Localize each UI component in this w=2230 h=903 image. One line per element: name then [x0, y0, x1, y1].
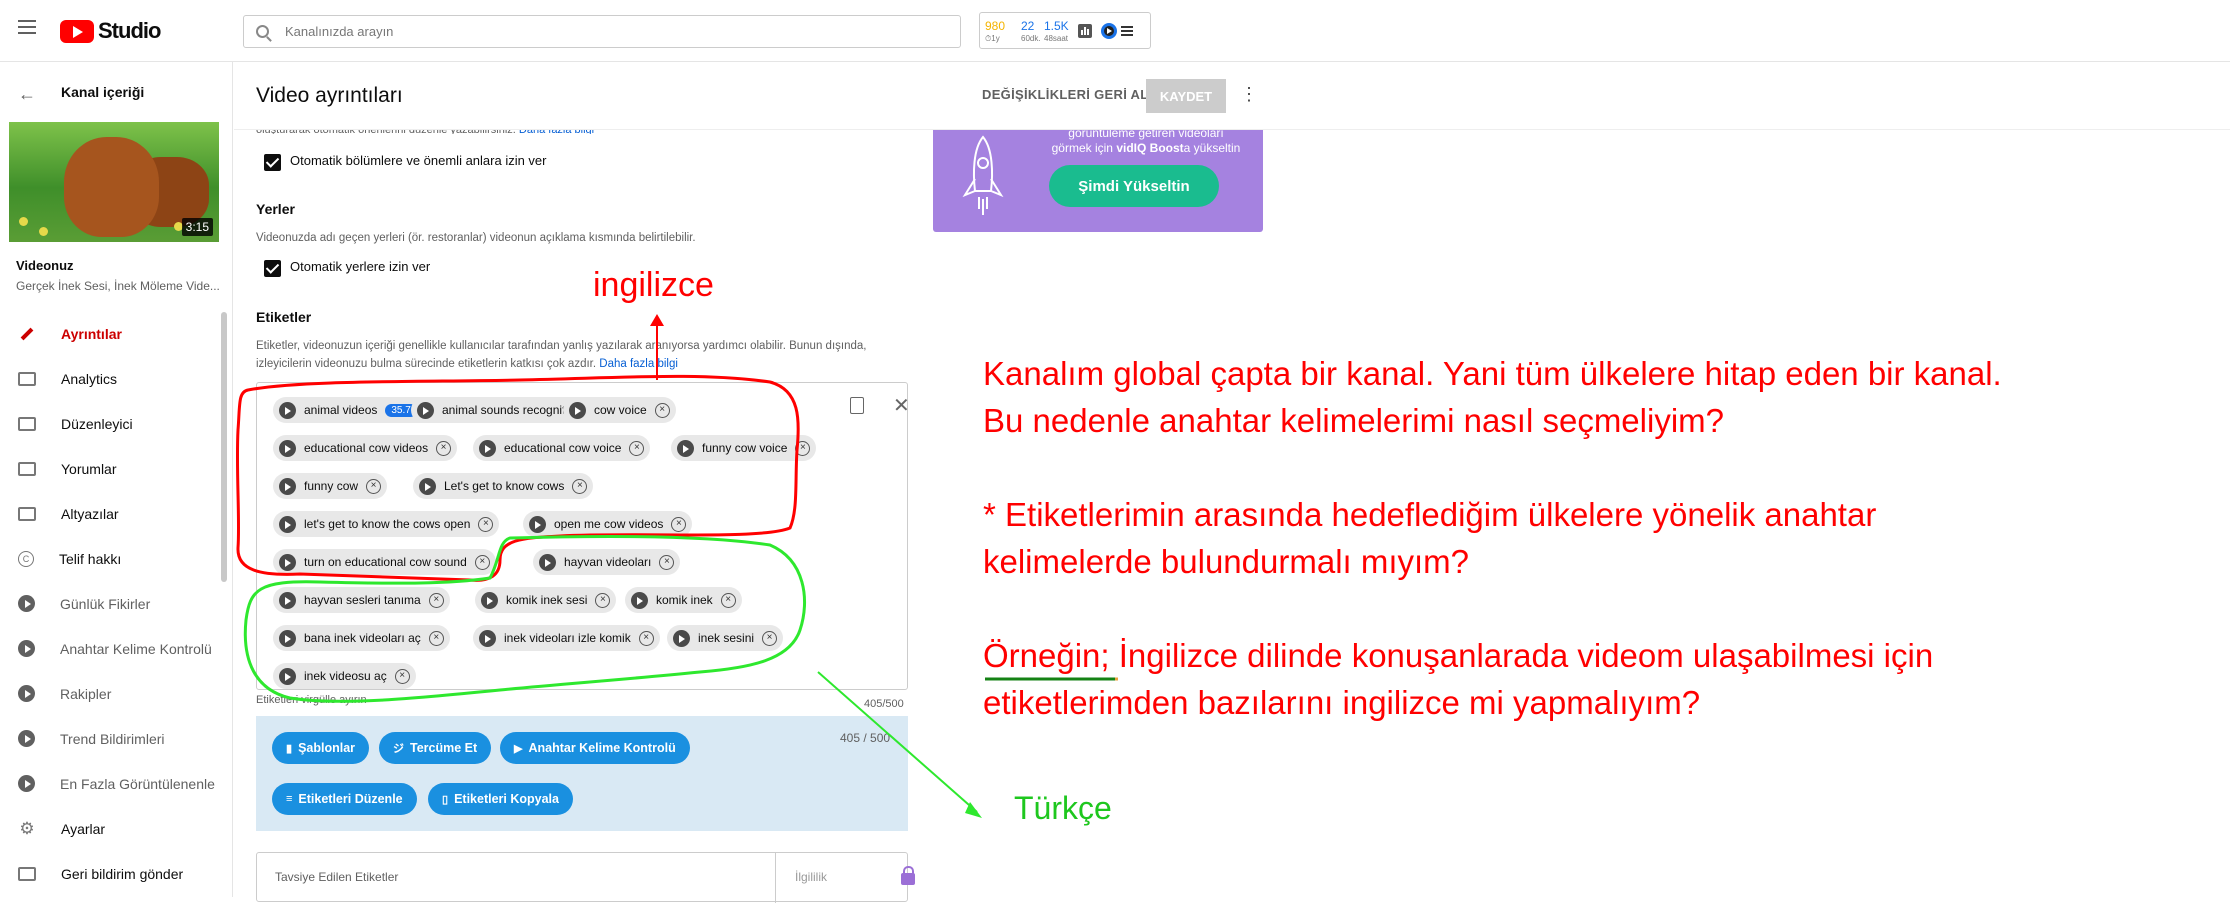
question-line: etiketlerimden bazılarını ingilizce mi y… — [983, 684, 1701, 721]
question-text: Kanalım global çapta bir kanal. Yani tüm… — [983, 350, 2002, 726]
question-line: Örneğin; İngilizce dilinde konuşanlarada… — [983, 637, 1934, 674]
question-line: kelimelerde bulundurmalı mıyım? — [983, 543, 1470, 580]
red-outline — [235, 374, 800, 582]
question-line: * Etiketlerimin arasında hedeflediğim ül… — [983, 496, 1877, 533]
red-arrowhead — [650, 314, 664, 326]
green-arrow — [817, 671, 978, 813]
question-line: Bu nedenle anahtar kelimelerimi nasıl se… — [983, 402, 1725, 439]
question-line — [983, 444, 2002, 491]
english-annotation: ingilizce — [593, 266, 714, 304]
green-outline — [243, 534, 807, 703]
question-line — [983, 585, 2002, 632]
turkish-annotation: Türkçe — [1014, 790, 1112, 826]
question-line: Kanalım global çapta bir kanal. Yani tüm… — [983, 355, 2002, 392]
